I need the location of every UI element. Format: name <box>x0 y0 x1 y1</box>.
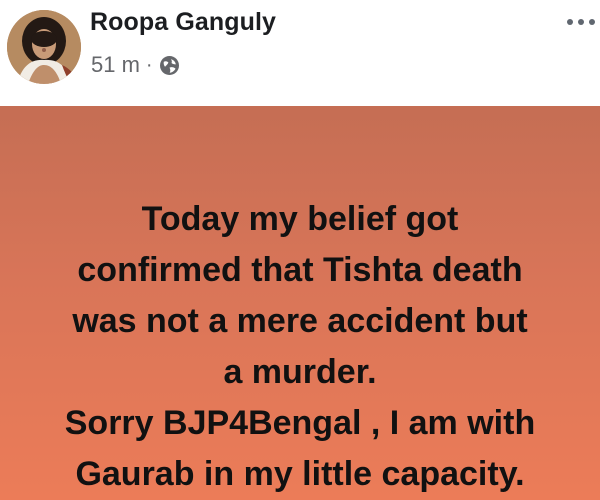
author-name[interactable]: Roopa Ganguly <box>90 8 276 37</box>
status-line: Sorry BJP4Bengal , I am with <box>64 404 536 442</box>
meta-separator: · <box>145 53 153 76</box>
author-avatar[interactable] <box>7 10 81 84</box>
status-text: Today my belief got confirmed that Tisht… <box>8 194 592 500</box>
status-line: a murder. <box>223 353 377 391</box>
status-line: was not a mere accident but <box>72 302 528 340</box>
status-line: confirmed that Tishta death <box>77 251 523 289</box>
post-header: Roopa Ganguly 51 m · <box>0 0 600 106</box>
more-options-button[interactable] <box>564 10 598 34</box>
globe-icon[interactable] <box>159 55 180 76</box>
status-line: Today my belief got <box>141 200 459 238</box>
status-line: Gaurab in my little capacity. <box>75 455 525 493</box>
colored-status-card: Today my belief got confirmed that Tisht… <box>0 106 600 500</box>
more-options-icon <box>566 18 596 26</box>
post-timestamp[interactable]: 51 m <box>91 52 140 78</box>
post-meta: 51 m · <box>91 52 180 78</box>
facebook-post: Roopa Ganguly 51 m · Today my belief got… <box>0 0 600 500</box>
